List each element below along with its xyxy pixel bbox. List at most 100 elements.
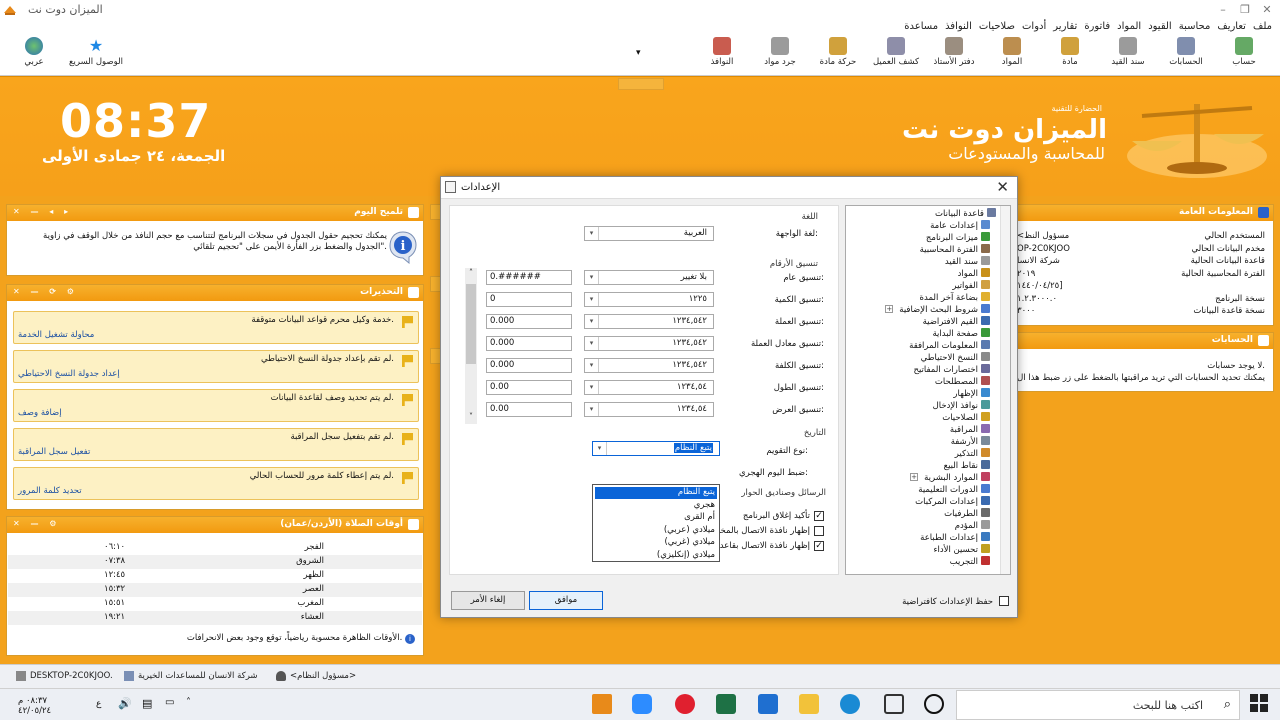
tree-item[interactable]: المعلومات المرافقة: [909, 340, 990, 352]
numbers-scrollbar[interactable]: ˄ ˅: [465, 268, 477, 424]
language-indicator[interactable]: ع: [96, 699, 101, 709]
tree-item[interactable]: المؤدم: [955, 520, 990, 532]
tree-item[interactable]: القيم الافتراضية: [923, 316, 990, 328]
number-format-mask[interactable]: 0.######: [486, 270, 572, 285]
tree-item[interactable]: قاعدة البيانات: [935, 208, 996, 220]
task-view-icon[interactable]: [884, 694, 904, 714]
toolbar-button[interactable]: النوافذ: [692, 37, 752, 75]
tree-item[interactable]: المصطلحات: [935, 376, 990, 388]
tree-item[interactable]: نوافذ الإدخال: [933, 400, 990, 412]
almizan-taskbar-icon[interactable]: [592, 694, 612, 714]
menu-item[interactable]: النوافذ: [945, 21, 972, 32]
windows-start-icon[interactable]: [1250, 694, 1268, 712]
restore-icon[interactable]: ❐: [1234, 0, 1256, 20]
toolbar-button[interactable]: كشف العميل: [866, 37, 926, 75]
toolbar-button[interactable]: جرد مواد: [750, 37, 810, 75]
option-checkbox[interactable]: ✓: [814, 511, 824, 521]
panel-controls[interactable]: ✕ — ⟳ ⚙: [13, 287, 78, 296]
menu-item[interactable]: محاسبة: [1179, 21, 1211, 32]
tree-item[interactable]: المراقبة: [950, 424, 990, 436]
menu-item[interactable]: صلاحيات: [979, 21, 1015, 32]
number-format-select[interactable]: ١٢٣٤,٥٤٢ ▾: [584, 314, 714, 329]
file-explorer-icon[interactable]: [799, 694, 819, 714]
toolbar-button[interactable]: الحسابات: [1156, 37, 1216, 75]
tree-item[interactable]: تحسين الأداء: [933, 544, 990, 556]
tree-item[interactable]: الموارد البشرية +: [910, 472, 990, 484]
tree-item[interactable]: صفحة البداية: [932, 328, 990, 340]
tree-item[interactable]: إعدادات المركبات: [915, 496, 990, 508]
tree-item[interactable]: الدورات التعليمية: [918, 484, 990, 496]
menu-item[interactable]: ملف: [1253, 21, 1272, 32]
tree-item[interactable]: الطرفيات: [944, 508, 990, 520]
warning-action-link[interactable]: تفعيل سجل المراقبة: [18, 447, 90, 457]
number-format-mask[interactable]: 0.000: [486, 336, 572, 351]
menu-item[interactable]: فاتورة: [1084, 21, 1110, 32]
expand-icon[interactable]: +: [910, 473, 919, 481]
number-format-mask[interactable]: 0.00: [486, 402, 572, 417]
toolbar-button[interactable]: المواد: [982, 37, 1042, 75]
option-checkbox[interactable]: [814, 526, 824, 536]
number-format-select[interactable]: ١٢٣٤,٥٤٢ ▾: [584, 358, 714, 373]
zoom-icon[interactable]: [632, 694, 652, 714]
calendar-option[interactable]: ميلادي (عربي): [595, 525, 717, 537]
toolbar-button[interactable]: مادة: [1040, 37, 1100, 75]
menu-item[interactable]: مساعدة: [904, 21, 938, 32]
calendar-option[interactable]: أم القرى: [595, 512, 717, 524]
number-format-mask[interactable]: 0.000: [486, 314, 572, 329]
number-format-mask[interactable]: 0: [486, 292, 572, 307]
number-format-mask[interactable]: 0.000: [486, 358, 572, 373]
panel-controls[interactable]: ✕ — ◂ ▸: [13, 207, 72, 216]
warning-action-link[interactable]: محاولة تشغيل الخدمة: [18, 330, 94, 340]
ok-button[interactable]: موافق: [529, 591, 603, 610]
tree-item[interactable]: ميزات البرنامج: [926, 232, 990, 244]
toolbar-button[interactable]: حركة مادة: [808, 37, 868, 75]
chevron-up-icon[interactable]: ˄: [186, 697, 191, 708]
tree-item[interactable]: إعدادات عامة: [930, 220, 990, 232]
tree-item[interactable]: الأرشفة: [951, 436, 990, 448]
ui-language-select[interactable]: العربية ▾: [584, 226, 714, 241]
calendar-type-dropdown[interactable]: يتبع النظام هجري أم القرى ميلادي (عربي) ميلا…: [592, 484, 720, 562]
calendar-type-select[interactable]: يتبع النظام ▾: [592, 441, 720, 456]
quick-access-button[interactable]: ★ الوصول السريع: [66, 37, 126, 75]
number-format-select[interactable]: ١٢٣٤,٥٤ ▾: [584, 380, 714, 395]
toolbar-button[interactable]: سند القيد: [1098, 37, 1158, 75]
taskbar-search-box[interactable]: اكتب هنا للبحث ⌕: [956, 690, 1240, 720]
tree-item[interactable]: الفواتير: [952, 280, 990, 292]
volume-icon[interactable]: 🔊: [118, 697, 132, 710]
tree-item[interactable]: سند القيد: [945, 256, 990, 268]
language-button[interactable]: عربي: [4, 37, 64, 75]
number-format-select[interactable]: ١٢٢٥ ▾: [584, 292, 714, 307]
minimize-icon[interactable]: –: [1212, 0, 1234, 20]
tree-item[interactable]: شروط البحث الإضافية +: [885, 304, 990, 316]
excel-icon[interactable]: [716, 694, 736, 714]
network-icon[interactable]: ▤: [142, 697, 152, 710]
cortana-icon[interactable]: [924, 694, 944, 714]
option-checkbox[interactable]: ✓: [814, 541, 824, 551]
cancel-button[interactable]: إلغاء الأمر: [451, 591, 525, 610]
tree-item[interactable]: نقاط البيع: [944, 460, 990, 472]
calendar-option[interactable]: يتبع النظام: [595, 487, 717, 499]
tree-item[interactable]: إعدادات الطباعة: [920, 532, 990, 544]
scrollbar-thumb[interactable]: [466, 284, 476, 364]
calendar-option[interactable]: ميلادي (إنكليزي): [595, 550, 717, 562]
warning-action-link[interactable]: تحديد كلمة المرور: [18, 486, 82, 496]
tree-item[interactable]: اختصارات المفاتيح: [914, 364, 990, 376]
calendar-option[interactable]: ميلادي (غربي): [595, 537, 717, 549]
scroll-down-icon[interactable]: ˅: [465, 412, 477, 424]
menu-item[interactable]: القيود: [1148, 21, 1172, 32]
dialog-close-icon[interactable]: ✕: [996, 178, 1009, 196]
scroll-up-icon[interactable]: ˄: [465, 268, 477, 280]
expand-icon[interactable]: +: [885, 305, 894, 313]
warning-action-link[interactable]: إضافة وصف: [18, 408, 62, 418]
number-format-select[interactable]: بلا تغيير ▾: [584, 270, 714, 285]
mail-icon[interactable]: [758, 694, 778, 714]
tree-item[interactable]: الفترة المحاسبية: [920, 244, 990, 256]
calendar-option[interactable]: هجري: [595, 500, 717, 512]
panel-controls[interactable]: ✕ — ⚙: [13, 519, 60, 528]
tree-item[interactable]: بضاعة آخر المدة: [920, 292, 990, 304]
toolbar-button[interactable]: حساب: [1214, 37, 1274, 75]
menu-item[interactable]: تقارير: [1053, 21, 1077, 32]
edge-icon[interactable]: [840, 694, 860, 714]
tree-item[interactable]: الصلاحيات: [942, 412, 990, 424]
toolbar-overflow-chevron[interactable]: ▾: [636, 48, 641, 58]
